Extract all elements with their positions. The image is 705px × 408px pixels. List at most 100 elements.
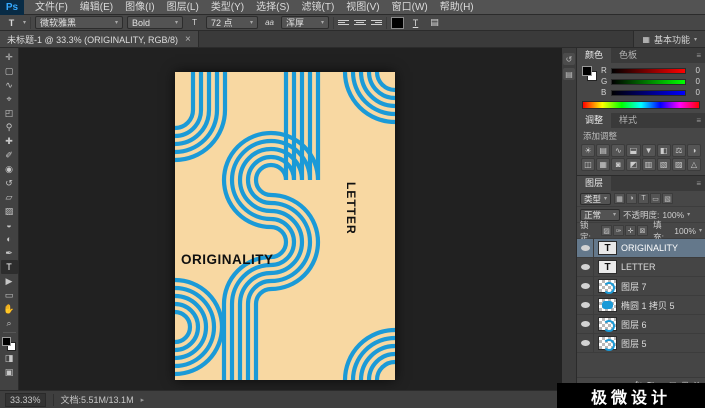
color-spectrum-ramp[interactable] [582, 101, 700, 109]
layer-filter-select[interactable]: 类型 ▾ [580, 192, 612, 205]
tab-layers[interactable]: 图层 [577, 176, 612, 191]
zoom-level-field[interactable]: 33.33% [5, 392, 46, 407]
dodge-tool[interactable]: ◐ [1, 232, 18, 246]
panel-menu-icon[interactable]: ≡ [692, 176, 705, 191]
clone-stamp-tool[interactable]: ◉ [1, 162, 18, 176]
zoom-tool[interactable]: ⌕ [1, 316, 18, 330]
hand-tool[interactable]: ✋ [1, 302, 18, 316]
gradient-tool[interactable]: ▨ [1, 204, 18, 218]
layer-thumbnail[interactable]: T [598, 241, 617, 255]
screen-mode-button[interactable]: ▣ [1, 365, 18, 379]
panel-menu-icon[interactable]: ≡ [692, 48, 705, 63]
foreground-background-swatches[interactable] [582, 66, 597, 81]
toggle-panels-icon[interactable]: ▤ [427, 16, 442, 29]
align-left-button[interactable] [338, 17, 350, 28]
layer-row[interactable]: 椭圆 1 拷贝 5 [577, 296, 705, 315]
posterize-icon[interactable]: ▥ [641, 158, 656, 171]
visibility-cell[interactable] [577, 334, 594, 352]
foreground-background-swatches[interactable] [2, 337, 16, 351]
layer-thumbnail[interactable] [598, 298, 617, 312]
align-right-button[interactable] [370, 17, 383, 28]
selective-color-icon[interactable]: △ [686, 158, 701, 171]
color-balance-icon[interactable]: ⚖ [671, 144, 686, 157]
filter-smart-icon[interactable]: ▧ [662, 193, 674, 204]
channel-mixer-icon[interactable]: ▦ [596, 158, 611, 171]
poster-text-letter[interactable]: LETTER [344, 182, 358, 235]
warp-text-icon[interactable]: T [408, 16, 423, 29]
history-brush-tool[interactable]: ↺ [1, 176, 18, 190]
lock-position-icon[interactable]: ✛ [625, 225, 637, 236]
invert-icon[interactable]: ◩ [626, 158, 641, 171]
visibility-cell[interactable] [577, 239, 594, 257]
tab-色板[interactable]: 色板 [611, 48, 645, 63]
eye-icon[interactable] [580, 283, 590, 289]
pen-tool[interactable]: ✒ [1, 246, 18, 260]
type-tool[interactable]: T [0, 260, 18, 274]
fill-value[interactable]: 100% [674, 226, 696, 236]
font-style-select[interactable]: Bold ▾ [127, 16, 184, 29]
visibility-cell[interactable] [577, 277, 594, 295]
menubar-item[interactable]: 图层(L) [161, 0, 205, 15]
lock-pixels-icon[interactable]: ✑ [613, 225, 625, 236]
properties-panel-icon[interactable]: ▤ [563, 68, 575, 80]
layer-thumbnail[interactable] [598, 317, 617, 332]
layer-row[interactable]: T ORIGINALITY [577, 239, 705, 258]
type-tool-preset-icon[interactable]: T [4, 16, 19, 29]
blur-tool[interactable]: ◒ [1, 218, 18, 232]
menubar-item[interactable]: 编辑(E) [74, 0, 119, 15]
filter-adjustment-icon[interactable]: ◑ [626, 193, 638, 204]
threshold-icon[interactable]: ▧ [656, 158, 671, 171]
eraser-tool[interactable]: ▱ [1, 190, 18, 204]
menubar-item[interactable]: 视图(V) [340, 0, 385, 15]
history-panel-icon[interactable]: ↺ [563, 53, 575, 65]
poster-artboard[interactable]: ORIGINALITY LETTER [175, 72, 395, 380]
eye-icon[interactable] [580, 264, 590, 270]
status-options-arrow-icon[interactable]: ▸ [141, 396, 145, 404]
color-lookup-icon[interactable]: ◙ [611, 158, 626, 171]
align-center-button[interactable] [354, 17, 366, 28]
menubar-item[interactable]: 类型(Y) [205, 0, 250, 15]
menubar-item[interactable]: 滤镜(T) [296, 0, 341, 15]
slider-value-R[interactable]: 0 [689, 66, 700, 75]
slider-value-G[interactable]: 0 [689, 77, 700, 86]
levels-icon[interactable]: ▤ [596, 144, 611, 157]
layer-row[interactable]: 图层 7 [577, 277, 705, 296]
foreground-color-chip[interactable] [2, 337, 11, 346]
layer-row[interactable]: T LETTER [577, 258, 705, 277]
lock-transparent-icon[interactable]: ▨ [601, 225, 613, 236]
visibility-cell[interactable] [577, 296, 594, 314]
vibrance-icon[interactable]: ▼ [641, 144, 656, 157]
brightness-contrast-icon[interactable]: ☀ [581, 144, 596, 157]
menubar-item[interactable]: 文件(F) [29, 0, 74, 15]
document-tab[interactable]: 未标题-1 @ 33.3% (ORIGINALITY, RGB/8) × [0, 31, 199, 47]
antialias-select[interactable]: 浑厚 ▾ [281, 16, 330, 29]
quick-selection-tool[interactable]: ⌖ [1, 92, 18, 106]
slider-value-B[interactable]: 0 [689, 88, 700, 97]
menubar-item[interactable]: 选择(S) [250, 0, 295, 15]
canvas-area[interactable]: ORIGINALITY LETTER [19, 48, 562, 390]
hue-saturation-icon[interactable]: ◧ [656, 144, 671, 157]
rectangle-tool[interactable]: ▭ [1, 288, 18, 302]
tool-preset-arrow-icon[interactable]: ▾ [23, 19, 26, 26]
menubar-item[interactable]: 图像(I) [119, 0, 160, 15]
gradient-map-icon[interactable]: ▨ [671, 158, 686, 171]
eye-icon[interactable] [580, 321, 590, 327]
font-family-select[interactable]: 微软雅黑 ▾ [35, 16, 124, 29]
photo-filter-icon[interactable]: ◫ [581, 158, 596, 171]
workspace-switcher[interactable]: ▦ 基本功能 ▾ [633, 31, 705, 47]
healing-brush-tool[interactable]: ✚ [1, 134, 18, 148]
brush-tool[interactable]: ✐ [1, 148, 18, 162]
panel-menu-icon[interactable]: ≡ [692, 113, 705, 128]
layer-row[interactable]: 图层 6 [577, 315, 705, 334]
eye-icon[interactable] [580, 302, 590, 308]
close-icon[interactable]: × [185, 34, 191, 45]
eye-icon[interactable] [580, 340, 590, 346]
layer-thumbnail[interactable] [598, 279, 617, 294]
slider-track-B[interactable] [611, 89, 686, 96]
filter-type-icon[interactable]: T [638, 193, 650, 204]
text-color-swatch[interactable] [391, 16, 405, 29]
eyedropper-tool[interactable]: ⚲ [1, 120, 18, 134]
marquee-tool[interactable]: ▢ [1, 64, 18, 78]
tab-调整[interactable]: 调整 [577, 113, 612, 128]
lock-all-icon[interactable]: ⊠ [637, 225, 649, 236]
